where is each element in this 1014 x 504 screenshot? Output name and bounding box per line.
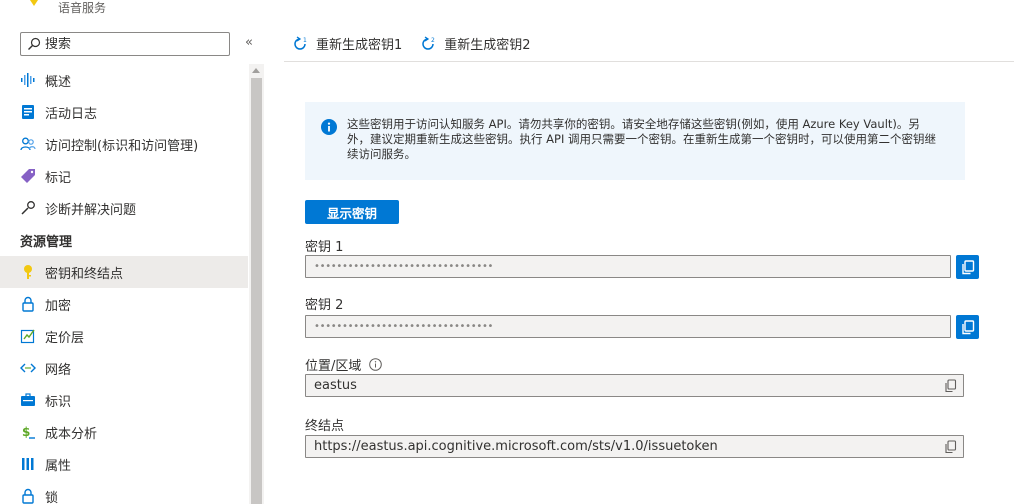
copy-icon[interactable]: [944, 440, 957, 454]
region-value: eastus: [314, 378, 357, 393]
service-name: 语音服务: [58, 1, 107, 15]
sidebar-item-properties[interactable]: 属性: [0, 448, 248, 480]
toolbar: 1 重新生成密钥1 2 重新生成密钥2: [284, 26, 1014, 62]
identity-icon: [20, 392, 36, 408]
info-text: 这些密钥用于访问认知服务 API。请勿共享你的密钥。请安全地存储这些密钥(例如，…: [347, 117, 936, 161]
cost-icon: $: [20, 424, 36, 440]
people-icon: [20, 136, 36, 152]
sidebar-item-label: 访问控制(标识和访问管理): [45, 138, 199, 154]
sidebar-item-label: 网络: [45, 362, 72, 378]
sidebar-item-label: 加密: [45, 298, 72, 314]
info-hint-icon[interactable]: [369, 358, 383, 371]
sidebar-item-pricing-tier[interactable]: 定价层: [0, 320, 248, 352]
key-icon: [20, 264, 36, 280]
key1-field[interactable]: ••••••••••••••••••••••••••••••••: [305, 255, 951, 278]
sidebar-item-label: 成本分析: [45, 426, 98, 442]
scroll-up-icon[interactable]: [252, 68, 260, 73]
sidebar-item-identity[interactable]: 标识: [0, 384, 248, 416]
sidebar-item-activity-log[interactable]: 活动日志: [0, 96, 248, 128]
endpoint-value: https://eastus.api.cognitive.microsoft.c…: [314, 439, 718, 454]
waveform-icon: [20, 72, 36, 88]
sidebar-item-networking[interactable]: 网络: [0, 352, 248, 384]
key1-label-text: 密钥 1: [305, 240, 344, 255]
sidebar-item-overview[interactable]: 概述: [0, 64, 248, 96]
copy-icon: [961, 319, 974, 334]
region-label-text: 位置/区域: [305, 359, 362, 374]
log-icon: [20, 104, 36, 120]
sidebar-item-label: 锁: [45, 490, 59, 504]
wrench-icon: [20, 200, 36, 216]
copy-icon[interactable]: [944, 379, 957, 393]
search-input[interactable]: [45, 36, 215, 52]
sidebar-item-label: 标记: [45, 170, 72, 186]
sidebar-item-access-control[interactable]: 访问控制(标识和访问管理): [0, 128, 248, 160]
tag-icon: [20, 168, 36, 184]
svg-text:1: 1: [303, 37, 307, 44]
scroll-thumb[interactable]: [251, 78, 262, 504]
regenerate-key1-button[interactable]: 1 重新生成密钥1: [292, 30, 402, 58]
svg-text:$: $: [22, 425, 30, 439]
regenerate-key1-label: 重新生成密钥1: [316, 38, 403, 53]
collapse-sidebar-button[interactable]: «: [240, 34, 258, 52]
sidebar: « 概述 活动日志 访问控制(标识和访问管理) 标记 诊断并解决问题 资源管理 …: [0, 26, 264, 504]
sidebar-scrollbar[interactable]: [249, 64, 264, 504]
sidebar-item-diagnose[interactable]: 诊断并解决问题: [0, 192, 248, 224]
endpoint-label: 终结点: [305, 415, 344, 434]
network-icon: [20, 360, 36, 376]
svg-text:2: 2: [431, 37, 435, 44]
sidebar-item-label: 诊断并解决问题: [45, 202, 137, 218]
endpoint-field[interactable]: https://eastus.api.cognitive.microsoft.c…: [305, 435, 964, 458]
search-icon: [28, 37, 41, 50]
regenerate-key2-button[interactable]: 2 重新生成密钥2: [420, 30, 531, 58]
service-icon: [30, 0, 38, 6]
sidebar-item-label: 概述: [45, 74, 72, 90]
sidebar-item-cost-analysis[interactable]: $ 成本分析: [0, 416, 248, 448]
show-keys-button[interactable]: 显示密钥: [305, 200, 399, 224]
pricing-icon: [20, 328, 36, 344]
properties-icon: [20, 456, 36, 472]
lock-icon: [20, 296, 36, 312]
key2-field[interactable]: ••••••••••••••••••••••••••••••••: [305, 315, 951, 338]
sidebar-item-tags[interactable]: 标记: [0, 160, 248, 192]
sidebar-nav: 概述 活动日志 访问控制(标识和访问管理) 标记 诊断并解决问题 资源管理 密钥…: [0, 64, 248, 504]
sidebar-item-encryption[interactable]: 加密: [0, 288, 248, 320]
copy-key2-button[interactable]: [956, 315, 979, 339]
refresh-icon: 1: [294, 35, 307, 50]
copy-key1-button[interactable]: [956, 255, 979, 279]
section-resource-management: 资源管理: [20, 234, 73, 250]
sidebar-item-locks[interactable]: 锁: [0, 480, 248, 504]
sidebar-item-label: 属性: [45, 458, 72, 474]
info-banner: 这些密钥用于访问认知服务 API。请勿共享你的密钥。请安全地存储这些密钥(例如，…: [305, 102, 965, 180]
sidebar-item-label: 标识: [45, 394, 72, 410]
refresh-icon: 2: [422, 35, 435, 50]
region-field[interactable]: eastus: [305, 374, 964, 397]
key2-label-text: 密钥 2: [305, 298, 344, 313]
regenerate-key2-label: 重新生成密钥2: [444, 38, 531, 53]
sidebar-item-label: 活动日志: [45, 106, 98, 122]
key1-label: 密钥 1: [305, 236, 343, 255]
copy-icon: [961, 259, 974, 274]
region-label: 位置/区域: [305, 355, 383, 374]
sidebar-item-label: 定价层: [45, 330, 85, 346]
info-icon: [321, 119, 337, 135]
service-header: 语音服务: [0, 0, 260, 26]
search-box[interactable]: [20, 32, 230, 56]
key2-label: 密钥 2: [305, 294, 343, 313]
lock-icon: [20, 488, 36, 504]
main-content: 1 重新生成密钥1 2 重新生成密钥2 这些密钥用于访问认知服务 API。请勿共…: [284, 26, 1014, 504]
endpoint-label-text: 终结点: [305, 419, 345, 434]
sidebar-item-keys-endpoint[interactable]: 密钥和终结点: [0, 256, 248, 288]
sidebar-item-label: 密钥和终结点: [45, 266, 124, 282]
